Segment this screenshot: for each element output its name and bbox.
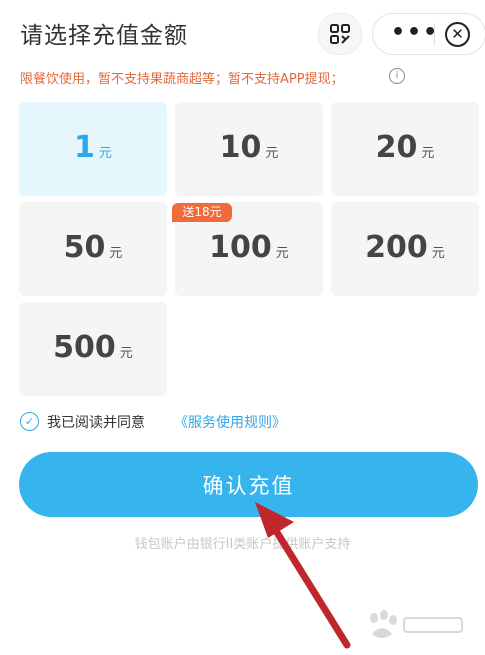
mini-program-capsule: ••• ✕ [372,13,485,55]
scan-icon [330,24,350,44]
agreement-check-icon[interactable]: ✓ [20,412,39,431]
baidu-watermark-logo [370,610,463,638]
amount-option-1[interactable]: 1 元 [19,102,167,196]
amount-value: 50 [63,230,106,265]
amount-value: 10 [219,130,262,165]
account-support-note: 钱包账户由银行II类账户提供账户支持 [134,537,351,552]
header: 请选择充值金额 ••• ✕ [0,0,485,66]
promo-badge: 送18元 [172,203,232,222]
amount-unit: 元 [421,146,435,161]
amount-unit: 元 [98,146,112,161]
amount-unit: 元 [431,246,445,261]
amount-unit: 元 [265,146,279,161]
amount-value: 500 [53,330,116,365]
amount-value: 1 [74,130,95,165]
amount-unit: 元 [109,246,123,261]
amount-unit: 元 [119,346,133,361]
more-icon[interactable]: ••• [391,21,439,45]
amount-unit: 元 [275,246,289,261]
amount-option-200[interactable]: 200 元 [331,202,479,296]
capsule-divider [434,23,435,45]
amount-value: 20 [375,130,418,165]
page-title: 请选择充值金额 [20,23,188,49]
amount-option-500[interactable]: 500 元 [19,302,167,396]
amount-value: 100 [209,230,272,265]
amount-value: 200 [365,230,428,265]
amount-option-50[interactable]: 50 元 [19,202,167,296]
amount-option-10[interactable]: 10 元 [175,102,323,196]
amount-option-20[interactable]: 20 元 [331,102,479,196]
agreement-text: 我已阅读并同意 [47,415,145,431]
confirm-button-label: 确认充值 [202,473,295,498]
service-rules-link[interactable]: 《服务使用规则》 [174,412,286,432]
scan-button[interactable] [318,13,362,55]
usage-notice: 限餐饮使用，暂不支持果蔬商超等；暂不支持APP提现； [20,72,344,87]
confirm-recharge-button[interactable]: 确认充值 [19,452,478,517]
close-icon[interactable]: ✕ [445,22,470,47]
info-icon[interactable]: i [389,68,405,84]
